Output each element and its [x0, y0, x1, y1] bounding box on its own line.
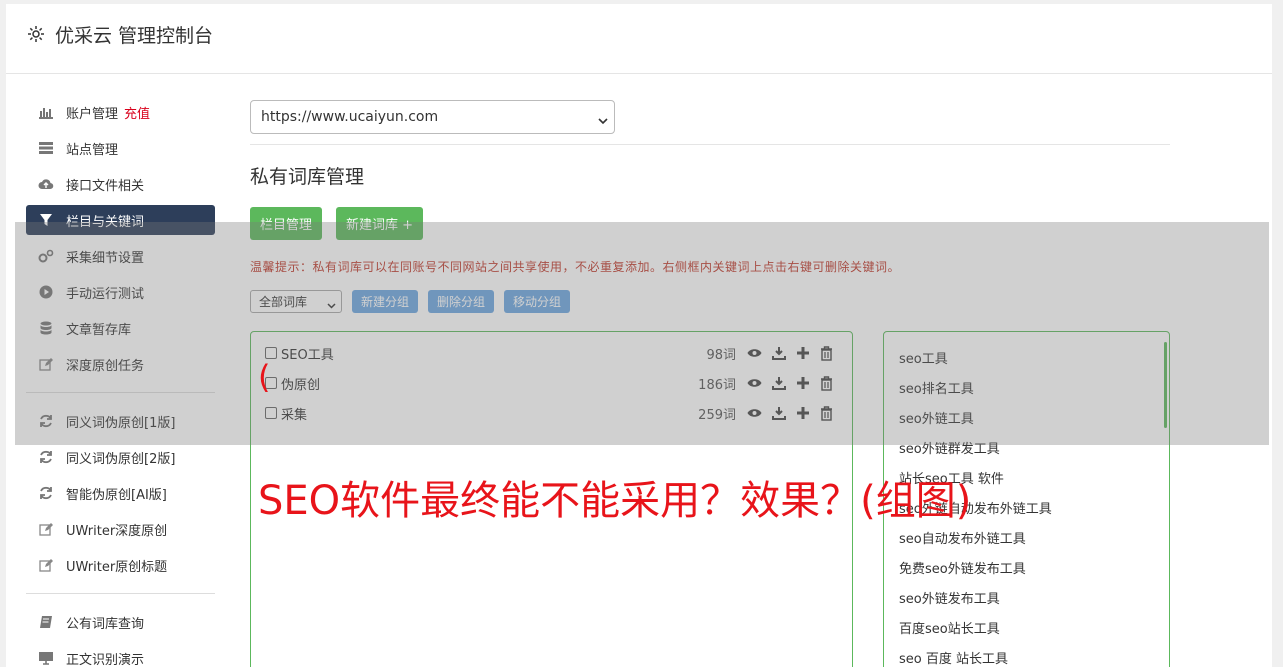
- site-select-value: https://www.ucaiyun.com: [261, 109, 439, 125]
- refresh-icon: [38, 449, 54, 465]
- sidebar-item-label: 接口文件相关: [66, 178, 145, 194]
- overlay-title: SEO软件最终能不能采用？效果？(组图): [258, 478, 972, 524]
- keyword-item[interactable]: 免费seo外链发布工具: [899, 558, 1026, 577]
- sidebar-item-label: 智能伪原创[AI版]: [66, 487, 167, 503]
- sidebar-item-label: 公有词库查询: [66, 616, 145, 632]
- app-header: 优采云 管理控制台: [6, 4, 1272, 74]
- keyword-item[interactable]: seo 百度 站长工具: [899, 648, 1008, 667]
- sidebar-divider: [26, 593, 215, 594]
- gray-overlay-band: [15, 222, 1269, 445]
- site-select[interactable]: https://www.ucaiyun.com: [250, 100, 615, 134]
- edit-icon: [38, 557, 54, 573]
- server-icon: [38, 140, 54, 156]
- sidebar-item-public-library[interactable]: 公有词库查询: [26, 604, 215, 640]
- bar-chart-icon: [38, 104, 54, 120]
- divider: [250, 144, 1170, 145]
- keyword-item[interactable]: seo自动发布外链工具: [899, 528, 1026, 547]
- sidebar-item-label: 同义词伪原创[2版]: [66, 451, 176, 467]
- cloud-upload-icon: [38, 176, 54, 192]
- sidebar-item-sites[interactable]: 站点管理: [26, 130, 215, 166]
- keyword-item[interactable]: seo外链发布工具: [899, 588, 1000, 607]
- sidebar-item-label: UWriter原创标题: [66, 559, 168, 575]
- sidebar-item-uwriter-title[interactable]: UWriter原创标题: [26, 547, 215, 583]
- book-icon: [38, 614, 54, 630]
- edit-icon: [38, 521, 54, 537]
- sidebar-item-account[interactable]: 账户管理 充值: [26, 94, 215, 130]
- keyword-item[interactable]: 百度seo站长工具: [899, 618, 1000, 637]
- gear-icon: [26, 24, 46, 44]
- app-title: 优采云 管理控制台: [55, 25, 214, 47]
- sidebar-item-label: 正文识别演示: [66, 652, 145, 667]
- sidebar-item-label: 站点管理: [66, 142, 119, 158]
- sidebar-item-interface-files[interactable]: 接口文件相关: [26, 166, 215, 202]
- sidebar-item-uwriter-deep[interactable]: UWriter深度原创: [26, 511, 215, 547]
- chevron-down-icon: [598, 113, 608, 129]
- monitor-icon: [38, 650, 54, 666]
- sidebar-item-ai-rewrite[interactable]: 智能伪原创[AI版]: [26, 475, 215, 511]
- sidebar-item-text-recognition[interactable]: 正文识别演示: [26, 640, 215, 667]
- refresh-icon: [38, 485, 54, 501]
- page-title: 私有词库管理: [250, 166, 365, 188]
- sidebar-item-label: 账户管理: [66, 106, 119, 122]
- overlay-paren: (: [258, 358, 271, 396]
- charge-link[interactable]: 充值: [124, 103, 150, 122]
- sidebar-item-label: UWriter深度原创: [66, 523, 168, 539]
